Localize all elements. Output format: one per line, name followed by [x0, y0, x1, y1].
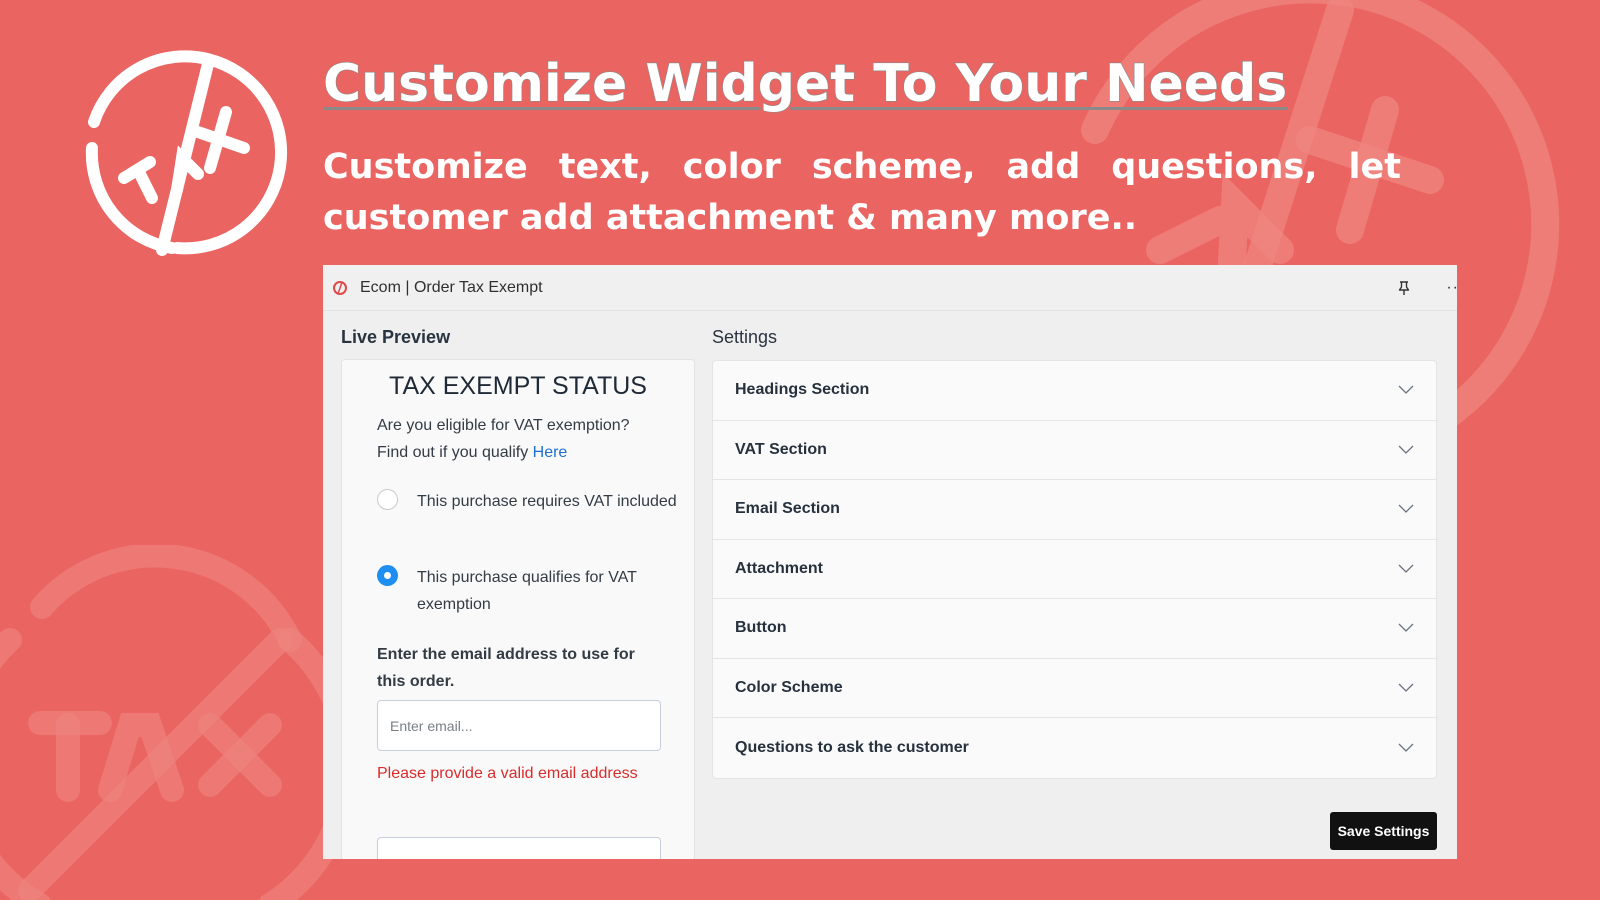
- chevron-down-icon[interactable]: [1398, 445, 1414, 455]
- more-options-icon[interactable]: ··: [1446, 279, 1457, 297]
- accordion-item-headings-section[interactable]: Headings Section: [713, 361, 1436, 421]
- save-settings-button[interactable]: Save Settings: [1330, 812, 1437, 850]
- qualify-line: Find out if you qualify Here: [377, 439, 677, 466]
- app-window: Ecom | Order Tax Exempt ·· Live Preview …: [323, 265, 1457, 859]
- accordion-item-label: Color Scheme: [735, 678, 843, 696]
- widget-title: TAX EXEMPT STATUS: [389, 372, 647, 400]
- live-preview-label: Live Preview: [341, 327, 451, 347]
- accordion-item-label: Attachment: [735, 559, 824, 577]
- accordion-item-label: VAT Section: [735, 440, 827, 458]
- email-input[interactable]: [377, 700, 661, 751]
- widget-preview-card: TAX EXEMPT STATUS Are you eligible for V…: [341, 359, 695, 859]
- tax-exempt-logo-icon: [85, 50, 288, 256]
- radio-vat-exemption[interactable]: [377, 565, 398, 586]
- qualify-prefix: Find out if you qualify: [377, 444, 533, 461]
- accordion-item-questions-to-ask-the-customer[interactable]: Questions to ask the customer: [713, 718, 1436, 778]
- eligibility-question: Are you eligible for VAT exemption?: [377, 417, 630, 434]
- accordion-item-color-scheme[interactable]: Color Scheme: [713, 659, 1436, 718]
- widget-description: Are you eligible for VAT exemption? Find…: [377, 412, 677, 466]
- watermark-logo-bottom-left: [0, 545, 340, 900]
- accordion-item-label: Button: [735, 619, 787, 637]
- accordion-item-vat-section[interactable]: VAT Section: [713, 421, 1436, 480]
- radio-vat-included[interactable]: [377, 489, 398, 510]
- email-label: Enter the email address to use for this …: [377, 646, 635, 690]
- accordion-item-label: Questions to ask the customer: [735, 738, 969, 756]
- accordion-item-email-section[interactable]: Email Section: [713, 480, 1436, 540]
- window-title: Ecom | Order Tax Exempt: [360, 278, 543, 296]
- radio-vat-exemption-label[interactable]: This purchase qualifies for VAT exemptio…: [417, 564, 677, 618]
- email-error-message: Please provide a valid email address: [377, 765, 638, 782]
- radio-vat-included-label[interactable]: This purchase requires VAT included: [417, 488, 677, 515]
- settings-accordion: Headings Section VAT Section Email Section…: [712, 360, 1437, 779]
- accordion-item-button[interactable]: Button: [713, 599, 1436, 659]
- chevron-down-icon[interactable]: [1398, 564, 1414, 574]
- chevron-down-icon[interactable]: [1398, 743, 1414, 753]
- window-titlebar: Ecom | Order Tax Exempt ··: [323, 265, 1457, 311]
- accordion-item-attachment[interactable]: Attachment: [713, 540, 1436, 599]
- settings-label: Settings: [712, 327, 778, 347]
- accordion-item-label: Headings Section: [735, 381, 870, 399]
- chevron-down-icon[interactable]: [1398, 623, 1414, 633]
- attachment-input[interactable]: [377, 837, 661, 859]
- chevron-down-icon[interactable]: [1398, 683, 1414, 693]
- banner-subheadline: Customize text, color scheme, add questi…: [323, 147, 1401, 238]
- chevron-down-icon[interactable]: [1398, 385, 1414, 395]
- banner-headline: Customize Widget To Your Needs: [322, 53, 1288, 114]
- pin-icon[interactable]: [1395, 279, 1413, 297]
- qualify-here-link[interactable]: Here: [533, 444, 568, 461]
- accordion-item-label: Email Section: [735, 500, 840, 518]
- chevron-down-icon[interactable]: [1398, 504, 1414, 514]
- app-logo-icon: [333, 280, 347, 295]
